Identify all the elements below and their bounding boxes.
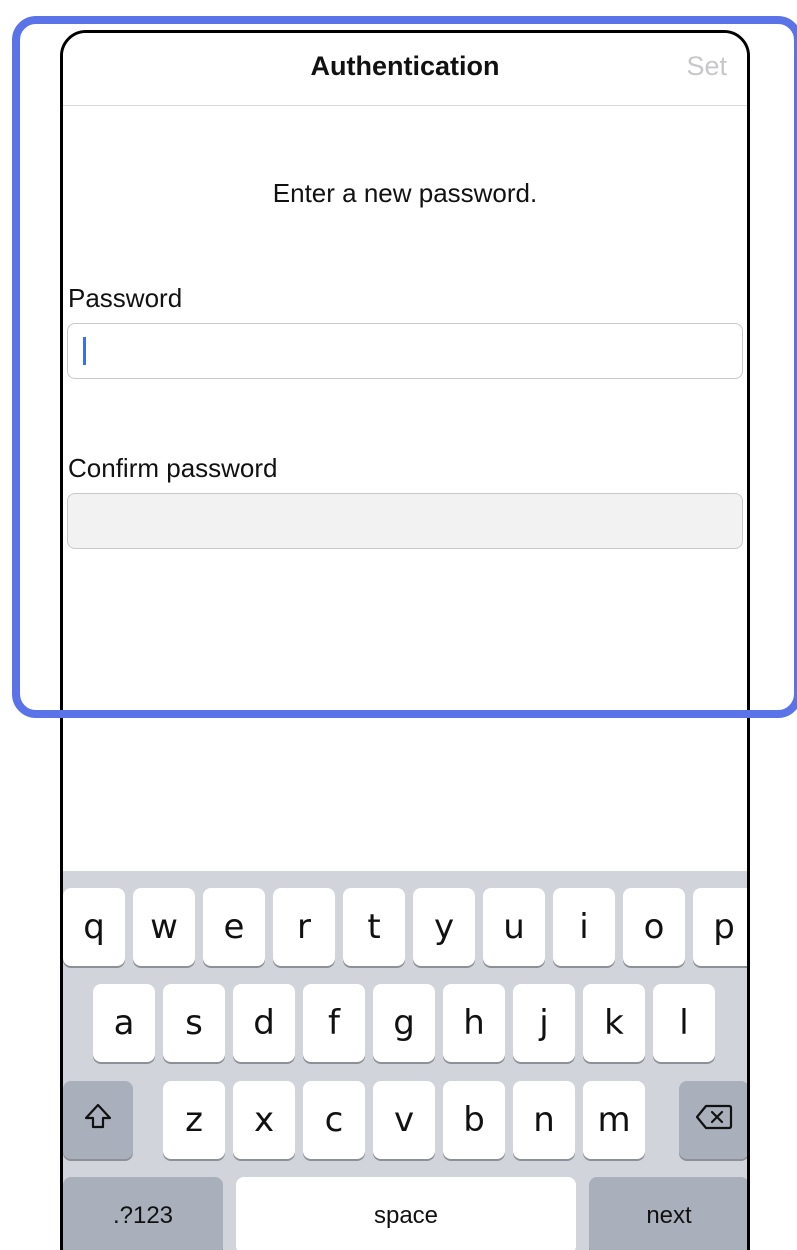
numbers-key[interactable]: .?123 bbox=[63, 1177, 223, 1250]
key-j[interactable]: j bbox=[513, 984, 575, 1062]
key-k[interactable]: k bbox=[583, 984, 645, 1062]
set-button[interactable]: Set bbox=[686, 51, 727, 82]
key-u[interactable]: u bbox=[483, 888, 545, 966]
shift-key[interactable] bbox=[63, 1081, 133, 1159]
key-i[interactable]: i bbox=[553, 888, 615, 966]
key-t[interactable]: t bbox=[343, 888, 405, 966]
navigation-bar: Authentication Set bbox=[63, 33, 747, 106]
page-title: Authentication bbox=[310, 51, 500, 81]
key-h[interactable]: h bbox=[443, 984, 505, 1062]
key-g[interactable]: g bbox=[373, 984, 435, 1062]
password-field[interactable] bbox=[67, 323, 743, 379]
key-l[interactable]: l bbox=[653, 984, 715, 1062]
key-m[interactable]: m bbox=[583, 1081, 645, 1159]
confirm-password-field[interactable] bbox=[67, 493, 743, 549]
instruction-text: Enter a new password. bbox=[272, 178, 538, 208]
text-cursor bbox=[83, 337, 86, 365]
shift-icon bbox=[83, 1100, 113, 1140]
delete-key[interactable] bbox=[679, 1081, 747, 1159]
key-s[interactable]: s bbox=[163, 984, 225, 1062]
password-label: Password bbox=[68, 283, 183, 313]
confirm-password-label: Confirm password bbox=[68, 453, 278, 483]
delete-icon bbox=[695, 1100, 733, 1140]
key-n[interactable]: n bbox=[513, 1081, 575, 1159]
key-a[interactable]: a bbox=[93, 984, 155, 1062]
key-q[interactable]: q bbox=[63, 888, 125, 966]
phone-frame: Authentication Set Enter a new password.… bbox=[60, 30, 750, 1250]
key-y[interactable]: y bbox=[413, 888, 475, 966]
key-x[interactable]: x bbox=[233, 1081, 295, 1159]
next-key[interactable]: next bbox=[589, 1177, 747, 1250]
key-d[interactable]: d bbox=[233, 984, 295, 1062]
key-w[interactable]: w bbox=[133, 888, 195, 966]
key-z[interactable]: z bbox=[163, 1081, 225, 1159]
key-o[interactable]: o bbox=[623, 888, 685, 966]
key-c[interactable]: c bbox=[303, 1081, 365, 1159]
space-key[interactable]: space bbox=[236, 1177, 576, 1250]
screen: Authentication Set Enter a new password.… bbox=[0, 0, 797, 1250]
key-v[interactable]: v bbox=[373, 1081, 435, 1159]
key-r[interactable]: r bbox=[273, 888, 335, 966]
key-p[interactable]: p bbox=[693, 888, 747, 966]
key-e[interactable]: e bbox=[203, 888, 265, 966]
key-f[interactable]: f bbox=[303, 984, 365, 1062]
key-b[interactable]: b bbox=[443, 1081, 505, 1159]
keyboard: q w e r t y u i o p a s d f g h j k l z … bbox=[63, 871, 747, 1250]
